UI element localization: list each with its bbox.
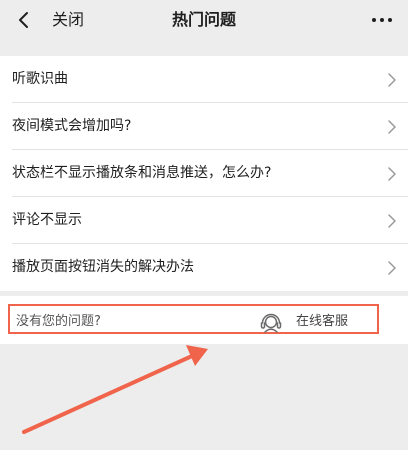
question-list: 听歌识曲 夜间模式会增加吗? 状态栏不显示播放条和消息推送，怎么办? 评论不显示…	[0, 56, 408, 291]
question-item-night-mode[interactable]: 夜间模式会增加吗?	[0, 103, 408, 150]
more-dots-icon[interactable]	[370, 10, 394, 30]
chevron-right-icon	[388, 73, 396, 87]
chevron-right-icon	[388, 120, 396, 134]
headset-agent-icon[interactable]	[258, 309, 284, 335]
online-support-button[interactable]: 在线客服	[296, 310, 348, 334]
question-label: 听歌识曲	[12, 71, 68, 87]
question-item-player-buttons-missing[interactable]: 播放页面按钮消失的解决办法	[0, 244, 408, 291]
question-item-status-bar[interactable]: 状态栏不显示播放条和消息推送，怎么办?	[0, 150, 408, 197]
chevron-left-icon[interactable]	[14, 10, 34, 30]
question-label: 夜间模式会增加吗?	[12, 118, 132, 134]
question-item-comments-hidden[interactable]: 评论不显示	[0, 197, 408, 244]
question-label: 播放页面按钮消失的解决办法	[12, 259, 194, 275]
chevron-right-icon	[388, 167, 396, 181]
question-item-song-recognition[interactable]: 听歌识曲	[0, 56, 408, 103]
chevron-right-icon	[388, 214, 396, 228]
no-question-prompt: 没有您的问题?	[16, 314, 101, 329]
question-label: 评论不显示	[12, 212, 82, 228]
top-navigation-bar: 关闭 热门问题	[0, 0, 408, 40]
chevron-right-icon	[388, 261, 396, 275]
question-label: 状态栏不显示播放条和消息推送，怎么办?	[12, 165, 272, 181]
close-button[interactable]: 关闭	[52, 9, 84, 31]
